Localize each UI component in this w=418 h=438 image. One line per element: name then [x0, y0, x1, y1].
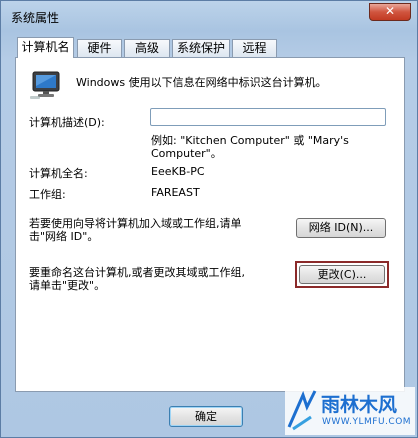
tab-advanced[interactable]: 高级 [124, 39, 170, 57]
watermark: 雨林木风 WWW.YLMFU.COM [285, 387, 415, 435]
rename-text-line2: 请单击"更改"。 [29, 279, 106, 292]
close-button[interactable]: ✕ [369, 3, 411, 21]
change-button-label: 更改(C)... [317, 268, 367, 281]
full-name-value: EeeKB-PC [151, 165, 205, 178]
network-id-text-line2: 击"网络 ID"。 [29, 230, 99, 243]
tab-computer-name-label: 计算机名 [21, 40, 70, 54]
watermark-url: WWW.YLMFU.COM [322, 417, 412, 427]
description-label: 计算机描述(D): [29, 116, 105, 129]
change-button[interactable]: 更改(C)... [299, 265, 385, 284]
full-name-label: 计算机全名: [29, 167, 88, 180]
description-input[interactable] [150, 108, 386, 126]
watermark-brand: 雨林木风 [321, 394, 398, 416]
ok-button-label: 确定 [195, 410, 217, 423]
workgroup-value: FAREAST [151, 186, 200, 199]
computer-icon [30, 71, 60, 99]
tab-system-protection[interactable]: 系统保护 [172, 39, 230, 57]
system-properties-window: 系统属性 ✕ 计算机名 硬件 高级 系统保护 远程 Windows 使用以下信息… [0, 0, 418, 438]
tab-remote[interactable]: 远程 [232, 39, 277, 57]
network-id-button[interactable]: 网络 ID(N)... [296, 218, 386, 238]
close-icon: ✕ [384, 4, 396, 18]
window-title: 系统属性 [11, 11, 60, 25]
tab-remote-label: 远程 [242, 41, 267, 55]
tab-system-protection-label: 系统保护 [176, 41, 225, 55]
info-text: Windows 使用以下信息在网络中标识这台计算机。 [76, 76, 327, 89]
computer-name-panel: Windows 使用以下信息在网络中标识这台计算机。 计算机描述(D): 例如:… [15, 57, 405, 392]
title-bar[interactable]: 系统属性 ✕ [1, 1, 417, 31]
network-id-button-label: 网络 ID(N)... [308, 221, 374, 234]
ok-button[interactable]: 确定 [169, 406, 243, 427]
description-example-line2: Computer"。 [151, 147, 222, 160]
tab-hardware-label: 硬件 [87, 41, 112, 55]
tab-computer-name[interactable]: 计算机名 [17, 37, 74, 58]
tab-hardware[interactable]: 硬件 [77, 39, 122, 57]
workgroup-label: 工作组: [29, 188, 66, 201]
tab-advanced-label: 高级 [134, 41, 159, 55]
